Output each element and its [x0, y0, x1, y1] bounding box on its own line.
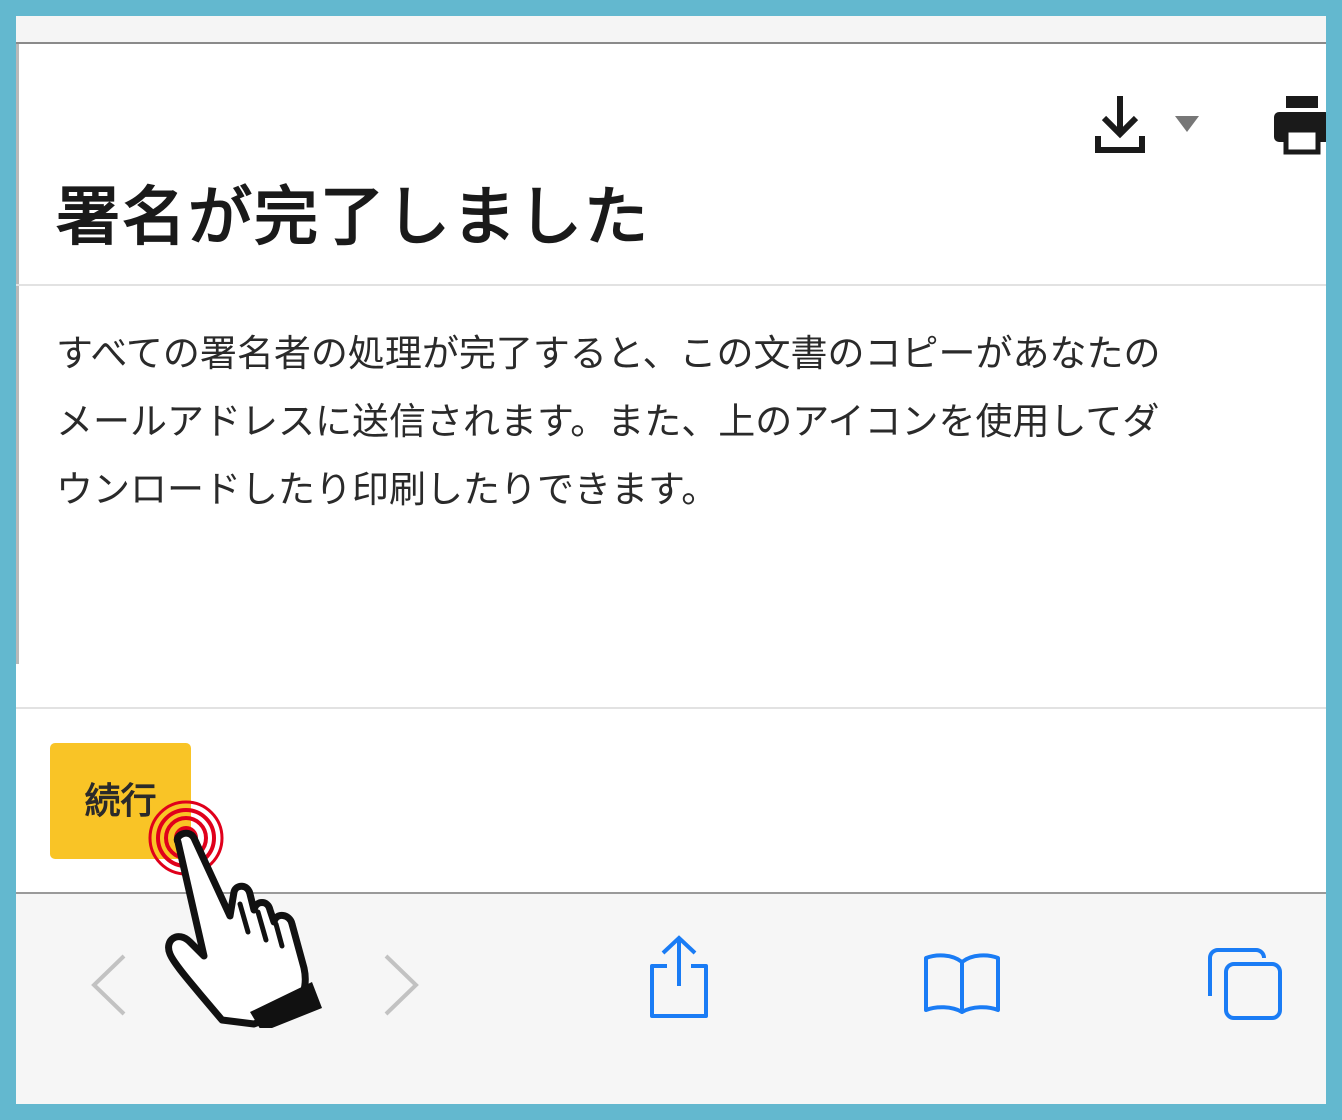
download-icon[interactable]	[1092, 92, 1148, 160]
message-line: すべての署名者の処理が完了すると、この文書のコピーがあなたの	[56, 332, 1161, 375]
page-title: 署名が完了しました	[56, 181, 650, 255]
print-icon[interactable]	[1272, 92, 1326, 160]
top-strip	[16, 16, 1326, 44]
forward-chevron-icon[interactable]	[378, 950, 424, 1024]
tap-hand-overlay	[144, 798, 344, 1032]
footer-divider	[16, 707, 1326, 709]
message-line: ウンロードしたり印刷したりできます。	[56, 468, 719, 511]
signing-complete-screen: 署名が完了しました すべての署名者の処理が完了すると、この文書のコピーがあなたの…	[16, 16, 1326, 1104]
share-icon[interactable]	[644, 934, 714, 1024]
title-divider	[16, 284, 1326, 286]
left-border	[16, 44, 19, 664]
bookmarks-icon[interactable]	[922, 950, 1002, 1020]
dropdown-caret-icon[interactable]	[1174, 114, 1200, 138]
tabs-icon[interactable]	[1206, 946, 1286, 1026]
back-chevron-icon[interactable]	[86, 950, 132, 1024]
message-line: メールアドレスに送信されます。また、上のアイコンを使用してダ	[56, 400, 1160, 443]
completion-message: すべての署名者の処理が完了すると、この文書のコピーがあなたの メールアドレスに送…	[56, 320, 1316, 524]
